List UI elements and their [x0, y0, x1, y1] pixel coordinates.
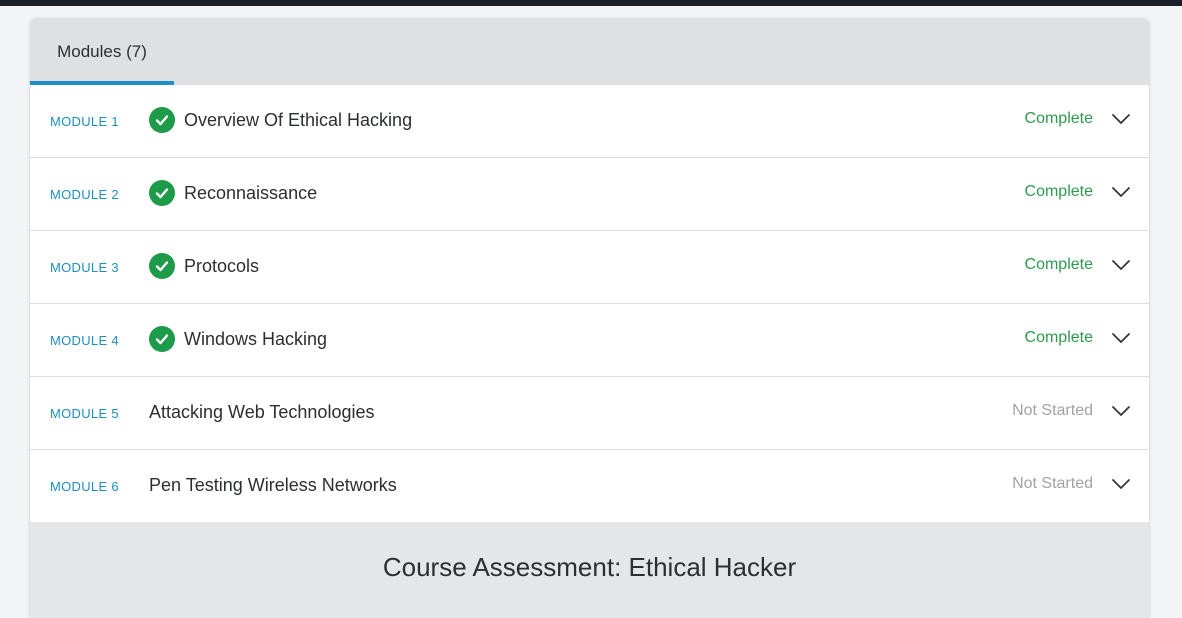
module-title-wrap: Attacking Web Technologies — [149, 402, 374, 423]
check-circle-icon — [149, 253, 175, 279]
module-title: Attacking Web Technologies — [149, 402, 375, 422]
module-row[interactable]: MODULE 4 Windows Hacking Complete — [30, 304, 1149, 377]
module-status: Complete — [1024, 256, 1093, 273]
module-status: Not Started — [1012, 402, 1093, 419]
module-title-wrap: Windows Hacking — [149, 326, 327, 352]
module-row[interactable]: MODULE 2 Reconnaissance Complete — [30, 158, 1149, 231]
chevron-down-icon[interactable] — [1111, 258, 1131, 272]
check-circle-icon — [149, 107, 175, 133]
tab-bar: Modules (7) — [30, 18, 1149, 85]
module-title-wrap: Pen Testing Wireless Networks — [149, 475, 397, 496]
module-number-label: MODULE 3 — [50, 260, 119, 275]
module-status: Complete — [1024, 329, 1093, 346]
module-title: Pen Testing Wireless Networks — [149, 475, 397, 495]
module-status: Complete — [1024, 183, 1093, 200]
chevron-down-icon[interactable] — [1111, 331, 1131, 345]
check-circle-icon — [149, 326, 175, 352]
course-assessment-section[interactable]: Course Assessment: Ethical Hacker — [30, 522, 1149, 618]
module-number-label: MODULE 6 — [50, 479, 119, 494]
module-title: Overview Of Ethical Hacking — [184, 109, 413, 130]
module-title-wrap: Protocols — [149, 253, 259, 279]
module-number-label: MODULE 2 — [50, 187, 119, 202]
course-assessment-title: Course Assessment: Ethical Hacker — [382, 552, 797, 582]
module-title: Reconnaissance — [184, 182, 318, 203]
module-status: Not Started — [1012, 475, 1093, 492]
module-row[interactable]: MODULE 5 Attacking Web Technologies Not St… — [30, 377, 1149, 450]
module-title: Windows Hacking — [184, 328, 328, 349]
module-row[interactable]: MODULE 3 Protocols Complete — [30, 231, 1149, 304]
modules-card: Modules (7) MODULE 1 Overview Of Ethical … — [30, 18, 1149, 618]
tab-modules[interactable]: Modules (7) — [30, 18, 174, 85]
module-status: Complete — [1024, 110, 1093, 127]
module-title-wrap: Overview Of Ethical Hacking — [149, 107, 412, 133]
check-circle-icon — [149, 180, 175, 206]
chevron-down-icon[interactable] — [1111, 185, 1131, 199]
module-number-label: MODULE 1 — [50, 114, 119, 129]
module-number-label: MODULE 4 — [50, 333, 119, 348]
top-bar — [0, 0, 1182, 6]
module-row[interactable]: MODULE 1 Overview Of Ethical Hacking Compl… — [30, 85, 1149, 158]
chevron-down-icon[interactable] — [1111, 404, 1131, 418]
module-title-wrap: Reconnaissance — [149, 180, 317, 206]
module-row[interactable]: MODULE 6 Pen Testing Wireless Networks Not… — [30, 450, 1149, 523]
chevron-down-icon[interactable] — [1111, 477, 1131, 491]
chevron-down-icon[interactable] — [1111, 112, 1131, 126]
module-title: Protocols — [184, 255, 260, 276]
module-list: MODULE 1 Overview Of Ethical Hacking Compl… — [30, 85, 1149, 523]
module-number-label: MODULE 5 — [50, 406, 119, 421]
